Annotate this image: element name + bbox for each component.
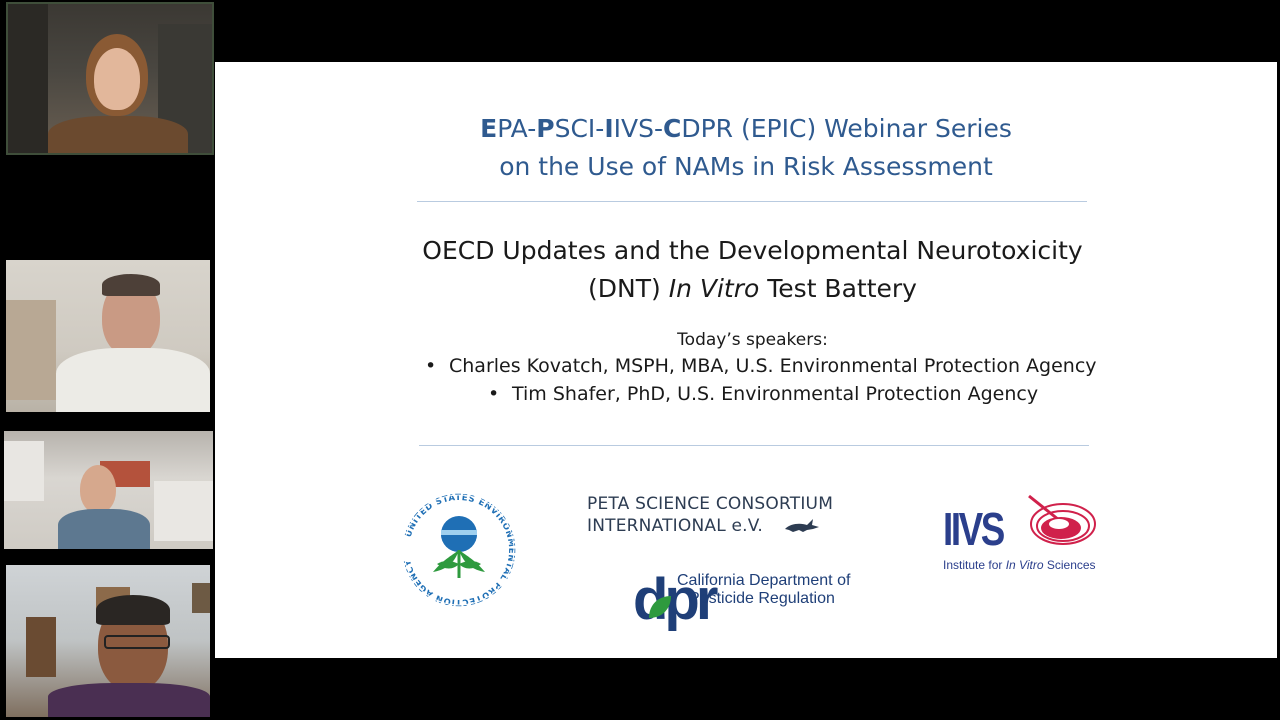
- peta-logo-line2: INTERNATIONAL e.V.: [587, 515, 837, 537]
- iivs-swirl-icon: [1028, 494, 1096, 545]
- divider-top: [417, 201, 1087, 202]
- presentation-title-line1: OECD Updates and the Developmental Neuro…: [422, 236, 1083, 265]
- epa-logo: UNITED STATES ENVIRONMENTAL PROTECTION A…: [399, 490, 519, 610]
- participant-2-image: [6, 260, 210, 412]
- participant-4-image: [6, 565, 210, 717]
- shared-slide: EPA-PSCI-IIVS-CDPR (EPIC) Webinar Series…: [215, 62, 1277, 658]
- presentation-title: OECD Updates and the Developmental Neuro…: [215, 232, 1280, 308]
- iivs-letters: IIVS: [943, 503, 1005, 555]
- iivs-logo: IIVS Institute for In Vitro Sciences: [943, 492, 1103, 576]
- peta-logo-line1: PETA SCIENCE CONSORTIUM: [587, 494, 834, 514]
- title-fragment: DPR (EPIC) Webinar Series: [681, 114, 1012, 143]
- iivs-caption: Institute for In Vitro Sciences: [943, 558, 1096, 572]
- slide-title: EPA-PSCI-IIVS-CDPR (EPIC) Webinar Series…: [215, 110, 1277, 186]
- slide-title-line1: EPA-PSCI-IIVS-CDPR (EPIC) Webinar Series: [215, 110, 1277, 148]
- participant-video-3[interactable]: [4, 431, 213, 549]
- dpr-text: California Department of Pesticide Regul…: [677, 572, 850, 608]
- title-initial: C: [663, 114, 682, 143]
- leaf-icon: [649, 596, 671, 618]
- title-fragment: PA-: [497, 114, 537, 143]
- presentation-title-line2: (DNT) In Vitro Test Battery: [588, 274, 917, 303]
- title-fragment: SCI-: [554, 114, 605, 143]
- epa-seal-icon: UNITED STATES ENVIRONMENTAL PROTECTION A…: [403, 493, 516, 607]
- slide-title-line2: on the Use of NAMs in Risk Assessment: [499, 152, 993, 181]
- title-initial: E: [480, 114, 498, 143]
- rabbit-icon: [784, 519, 819, 532]
- dpr-line2: Pesticide Regulation: [689, 590, 835, 607]
- title-initial: P: [536, 114, 555, 143]
- speaker-item: • Charles Kovatch, MSPH, MBA, U.S. Enviro…: [425, 355, 1097, 377]
- bullet-icon: •: [425, 355, 437, 377]
- participant-3-image: [4, 431, 213, 549]
- participant-1-image: [8, 4, 212, 153]
- speakers-heading: Today’s speakers:: [677, 330, 828, 350]
- bullet-icon: •: [488, 383, 500, 405]
- peta-logo: PETA SCIENCE CONSORTIUM INTERNATIONAL e.…: [587, 494, 837, 540]
- participant-video-4[interactable]: [6, 565, 210, 717]
- dpr-line1: California Department of: [677, 572, 851, 589]
- participant-video-1[interactable]: [6, 2, 214, 155]
- divider-bottom: [419, 445, 1089, 446]
- title-initial: I: [604, 114, 614, 143]
- speaker-item: • Tim Shafer, PhD, U.S. Environmental Pro…: [488, 383, 1039, 405]
- participant-video-2[interactable]: [6, 260, 210, 412]
- dpr-logo: dpr California Department of Pesticide R…: [633, 567, 913, 642]
- title-fragment: IVS-: [613, 114, 663, 143]
